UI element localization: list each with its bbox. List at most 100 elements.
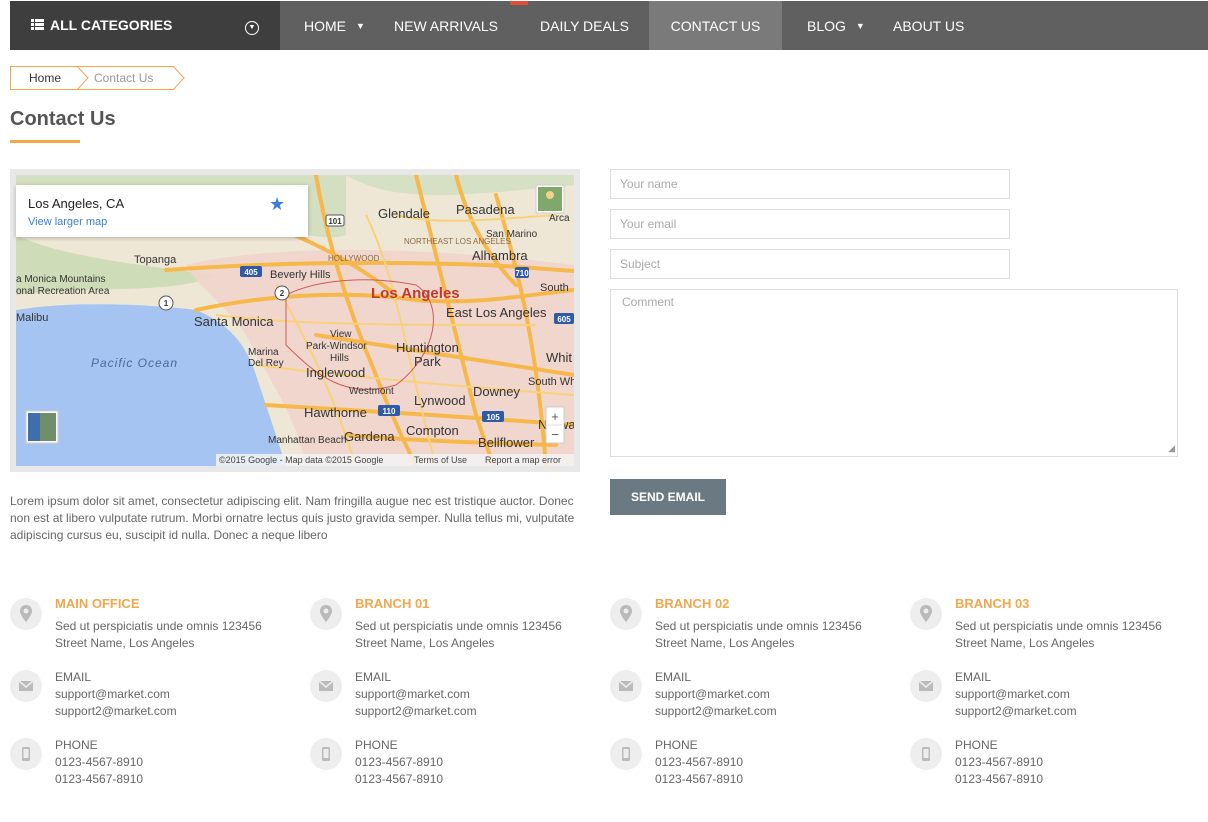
email-link[interactable]: support2@market.com	[955, 703, 1077, 720]
map-label: Del Rey	[248, 358, 284, 369]
office-address-line: Street Name, Los Angeles	[55, 636, 195, 650]
email-link[interactable]: support@market.com	[55, 686, 170, 703]
map-label: Pacific Ocean	[91, 356, 178, 370]
phone-number: 0123-4567-8910	[955, 772, 1044, 786]
phone-label: PHONE	[655, 738, 698, 752]
view-larger-map-link[interactable]: View larger map	[28, 216, 107, 228]
breadcrumb-current: Contact Us	[78, 66, 174, 90]
chevron-circle-icon: ▼	[245, 21, 259, 35]
map-label: Park	[414, 354, 441, 369]
phone-number: 0123-4567-8910	[55, 772, 144, 786]
office-address-line: Sed ut perspiciatis unde omnis 123456	[955, 619, 1162, 633]
office-address-line: Sed ut perspiciatis unde omnis 123456	[355, 619, 562, 633]
title-underline	[10, 140, 80, 143]
email-label: EMAIL	[955, 670, 992, 684]
map-label: 110	[383, 407, 396, 416]
map-label: Whit	[546, 350, 572, 365]
map-label: Alhambra	[472, 248, 528, 263]
map-label: 605	[557, 315, 571, 324]
breadcrumb-arrow-icon	[172, 66, 185, 90]
nav-home[interactable]: HOME ▼	[304, 1, 365, 50]
list-icon	[31, 19, 44, 30]
send-email-button[interactable]: SEND EMAIL	[610, 479, 726, 515]
name-input[interactable]: Your name	[610, 169, 1010, 199]
location-pin-icon	[910, 598, 942, 630]
map-label: Bellflower	[478, 435, 535, 450]
all-categories-button[interactable]: ALL CATEGORIES ▼	[10, 1, 280, 50]
map-label: 710	[515, 269, 529, 278]
map-label: South	[540, 282, 569, 294]
page-title: Contact Us	[10, 108, 116, 130]
map-label: Malibu	[16, 312, 48, 324]
map-label: 2	[280, 289, 285, 298]
phone-number: 0123-4567-8910	[655, 755, 744, 769]
map-label: Topanga	[134, 254, 177, 266]
office-title: BRANCH 03	[955, 596, 1030, 611]
comment-placeholder: Comment	[622, 295, 675, 309]
map-terms-link: Terms of Use	[414, 455, 467, 465]
office-address-line: Street Name, Los Angeles	[655, 636, 795, 650]
envelope-icon	[610, 670, 642, 702]
email-label: EMAIL	[655, 670, 692, 684]
map-label: Compton	[406, 423, 459, 438]
phone-label: PHONE	[55, 738, 98, 752]
office-address-line: Street Name, Los Angeles	[355, 636, 495, 650]
nav-contact-us[interactable]: CONTACT US	[649, 1, 782, 50]
email-link[interactable]: support@market.com	[355, 686, 470, 703]
nav-daily-deals[interactable]: DAILY DEALS	[540, 1, 629, 50]
envelope-icon	[10, 670, 42, 702]
nav-about-us[interactable]: ABOUT US	[893, 1, 964, 50]
email-link[interactable]: support2@market.com	[55, 703, 177, 720]
email-label: EMAIL	[55, 670, 92, 684]
caret-down-icon: ▼	[356, 21, 365, 32]
office-title: BRANCH 02	[655, 596, 730, 611]
map-label: 105	[486, 413, 500, 422]
map-label: East Los Angeles	[446, 305, 547, 320]
subject-input[interactable]: Subject	[610, 249, 1010, 279]
map-zoom-out-button: −	[551, 427, 559, 442]
map-label: a Monica Mountains	[16, 274, 106, 285]
map-city-label: Los Angeles, CA	[28, 196, 125, 211]
resize-handle-icon[interactable]: ◢	[1168, 443, 1175, 454]
nav-blog[interactable]: BLOG ▼	[807, 1, 865, 50]
all-categories-label: ALL CATEGORIES	[50, 17, 173, 33]
map-label: 405	[244, 268, 258, 277]
envelope-icon	[310, 670, 342, 702]
office-address-line: Sed ut perspiciatis unde omnis 123456	[655, 619, 862, 633]
nav-new-arrivals[interactable]: NEW ARRIVALS	[394, 1, 498, 50]
comment-textarea[interactable]: Comment ◢	[610, 289, 1178, 457]
map-label: Park-Windsor	[306, 341, 367, 352]
map-label: Santa Monica	[194, 314, 274, 329]
map-label: Manhattan Beach	[268, 435, 346, 446]
phone-number: 0123-4567-8910	[655, 772, 744, 786]
map-label: NORTHEAST LOS ANGELES	[404, 237, 511, 246]
map-label: HOLLYWOOD	[328, 254, 380, 263]
nav-contact-us-label: CONTACT US	[670, 18, 761, 34]
office-address-line: Street Name, Los Angeles	[955, 636, 1095, 650]
star-icon[interactable]: ★	[269, 194, 285, 215]
email-input[interactable]: Your email	[610, 209, 1010, 239]
nav-new-arrivals-label: NEW ARRIVALS	[394, 18, 498, 34]
map-label: Lynwood	[414, 393, 466, 408]
breadcrumb-home[interactable]: Home	[10, 66, 79, 90]
location-pin-icon	[10, 598, 42, 630]
map-label: 101	[328, 217, 342, 226]
map-zoom-in-button: +	[551, 409, 559, 424]
email-link[interactable]: support@market.com	[655, 686, 770, 703]
office-address-line: Sed ut perspiciatis unde omnis 123456	[55, 619, 262, 633]
map-label: Los Angeles	[371, 285, 460, 302]
email-link[interactable]: support@market.com	[955, 686, 1070, 703]
contact-description: Lorem ipsum dolor sit amet, consectetur …	[10, 494, 575, 542]
nav-home-label: HOME	[304, 18, 346, 34]
office-title: MAIN OFFICE	[55, 596, 140, 611]
map-label: Glendale	[378, 206, 430, 221]
email-link[interactable]: support2@market.com	[655, 703, 777, 720]
map-report-link: Report a map error	[485, 455, 561, 465]
map-label: South Whit	[528, 376, 574, 388]
map-label: Hills	[330, 353, 349, 364]
phone-number: 0123-4567-8910	[355, 772, 444, 786]
map-label: Inglewood	[306, 365, 365, 380]
email-link[interactable]: support2@market.com	[355, 703, 477, 720]
map-label: Pasadena	[456, 202, 515, 217]
caret-down-icon: ▼	[855, 21, 865, 32]
